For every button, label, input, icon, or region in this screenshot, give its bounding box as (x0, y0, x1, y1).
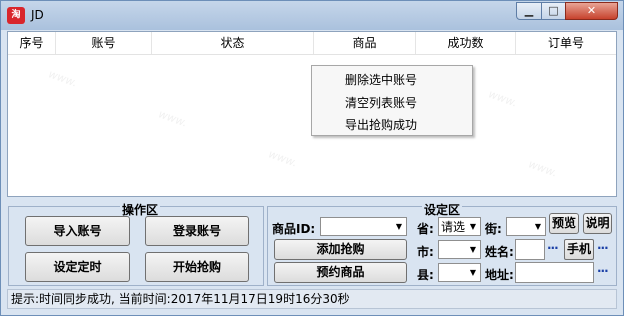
name-input[interactable] (515, 239, 545, 260)
set-timer-button[interactable]: 设定定时 (25, 252, 130, 282)
chevron-down-icon: ▼ (469, 268, 477, 277)
name-label: 姓名: (485, 245, 514, 259)
preview-button[interactable]: 预览 (549, 213, 579, 234)
col-header-order-no[interactable]: 订单号 (516, 32, 616, 54)
address-label: 地址: (485, 268, 514, 282)
reserve-product-button[interactable]: 预约商品 (274, 262, 407, 283)
watermark: www. (156, 107, 190, 130)
col-header-status[interactable]: 状态 (152, 32, 314, 54)
street-select[interactable]: ▼ (506, 217, 546, 236)
menu-item-clear-list[interactable]: 清空列表账号 (345, 94, 417, 111)
product-id-combo[interactable]: ▼ (320, 217, 407, 236)
chevron-down-icon: ▼ (395, 222, 403, 231)
product-id-label: 商品ID: (272, 222, 316, 236)
watermark: www. (266, 147, 300, 170)
chevron-down-icon: ▼ (469, 222, 477, 231)
start-rush-button[interactable]: 开始抢购 (145, 252, 249, 282)
menu-item-delete-selected[interactable]: 删除选中账号 (345, 71, 417, 88)
name-more-icon[interactable]: ··· (547, 241, 559, 255)
main-window: 淘 JD ▁ □ ✕ www. www. www. www. www. 序号 账… (0, 0, 624, 316)
window-title: JD (31, 8, 44, 22)
city-select[interactable]: ▼ (438, 240, 481, 259)
context-menu: 删除选中账号 清空列表账号 导出抢购成功 (311, 65, 473, 136)
phone-button[interactable]: 手机 (564, 239, 594, 260)
chevron-down-icon: ▼ (469, 245, 477, 254)
province-value: 请选 (441, 220, 466, 234)
address-input[interactable] (515, 262, 594, 283)
street-label: 街: (485, 222, 502, 236)
col-header-success-count[interactable]: 成功数 (416, 32, 516, 54)
address-more-icon[interactable]: ··· (597, 264, 609, 278)
county-label: 县: (417, 268, 434, 282)
jd-app-icon: 淘 (7, 7, 25, 24)
status-bar: 提示:时间同步成功, 当前时间:2017年11月17日19时16分30秒 (7, 289, 617, 309)
maximize-button[interactable]: □ (541, 2, 566, 20)
province-label: 省: (417, 222, 434, 236)
phone-more-icon[interactable]: ··· (597, 241, 609, 255)
county-select[interactable]: ▼ (438, 263, 481, 282)
title-bar[interactable]: 淘 JD ▁ □ ✕ (1, 1, 623, 30)
list-header: 序号 账号 状态 商品 成功数 订单号 (8, 32, 616, 55)
province-select[interactable]: 请选 ▼ (438, 217, 481, 236)
city-label: 市: (417, 245, 434, 259)
settings-panel-title: 设定区 (422, 201, 463, 218)
import-accounts-button[interactable]: 导入账号 (25, 216, 130, 246)
help-button[interactable]: 说明 (583, 213, 612, 234)
watermark: www. (526, 157, 560, 180)
minimize-button[interactable]: ▁ (516, 2, 542, 20)
menu-item-export-success[interactable]: 导出抢购成功 (345, 116, 417, 133)
add-rush-button[interactable]: 添加抢购 (274, 239, 407, 260)
col-header-product[interactable]: 商品 (314, 32, 416, 54)
login-accounts-button[interactable]: 登录账号 (145, 216, 249, 246)
watermark: www. (486, 87, 520, 110)
col-header-account[interactable]: 账号 (56, 32, 152, 54)
chevron-down-icon: ▼ (534, 222, 542, 231)
close-button[interactable]: ✕ (565, 2, 618, 20)
watermark: www. (46, 67, 80, 90)
col-header-index[interactable]: 序号 (8, 32, 56, 54)
